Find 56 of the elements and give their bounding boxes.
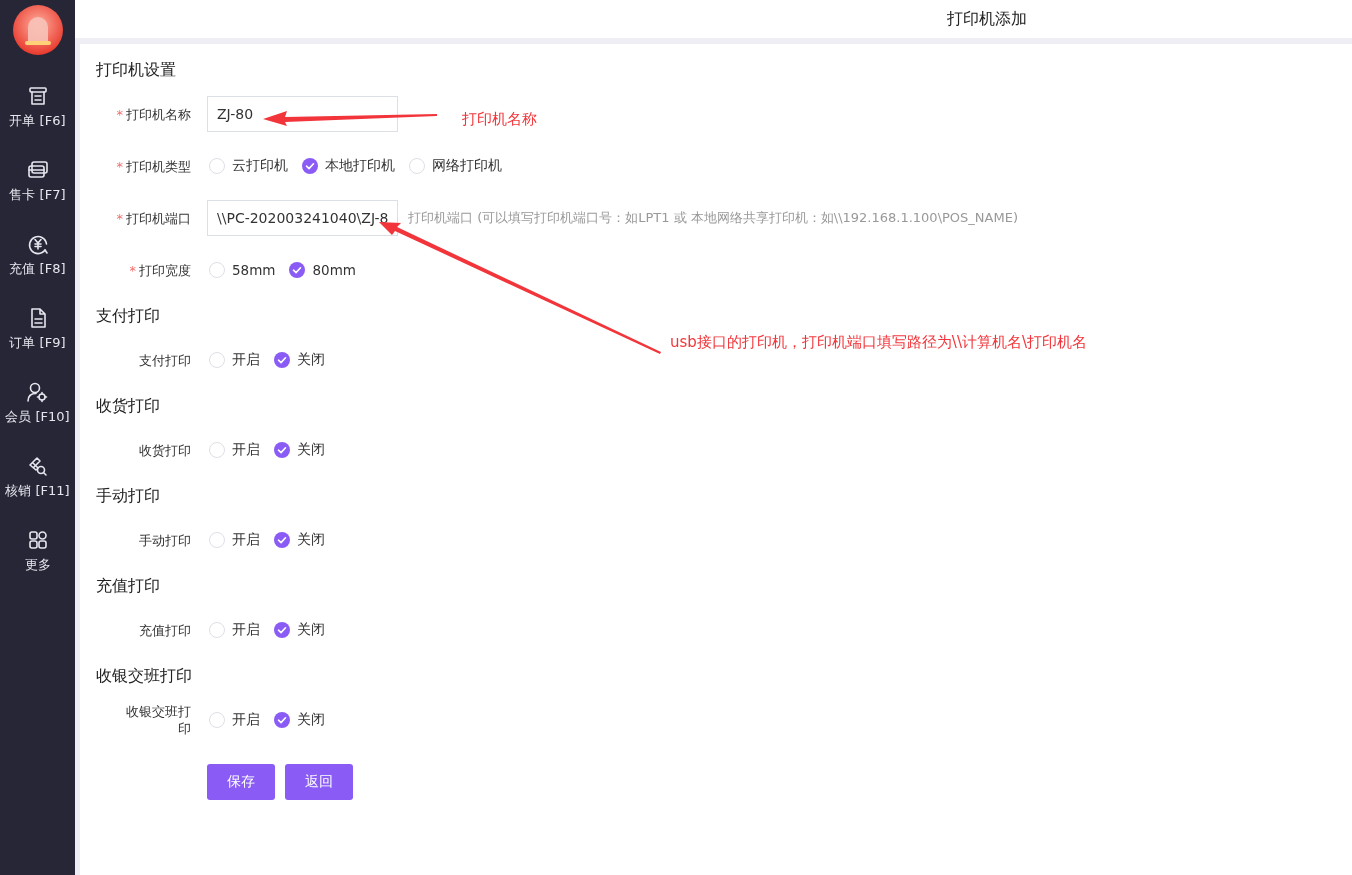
radio-option[interactable]: 关闭 xyxy=(274,621,325,639)
field-label: 充值打印 xyxy=(139,621,191,639)
sidebar-item[interactable]: 更多 xyxy=(24,529,51,603)
sidebar-item[interactable]: 会员 [F10] xyxy=(5,381,70,455)
annotation-text: 打印机名称 xyxy=(462,110,537,129)
radio-option[interactable]: 开启 xyxy=(209,621,260,639)
field-hint: 打印机端口 (可以填写打印机端口号：如LPT1 或 本地网络共享打印机：如\\192.168.1.100\POS_NAME) xyxy=(408,209,1018,227)
text-input[interactable]: \\PC-202003241040\ZJ-8 xyxy=(207,200,398,236)
radio-option[interactable]: 关闭 xyxy=(274,441,325,459)
required-asterisk: * xyxy=(116,158,123,174)
radio-option[interactable]: 云打印机 xyxy=(209,157,288,175)
radio-option[interactable]: 58mm xyxy=(209,262,276,278)
logo-icon xyxy=(12,5,63,55)
radio-option[interactable]: 关闭 xyxy=(274,531,325,549)
section-title: 手动打印 xyxy=(96,485,161,507)
field-label: 手动打印 xyxy=(139,531,191,549)
ticket-search-icon xyxy=(26,455,49,477)
annotation-text: usb接口的打印机，打印机端口填写路径为\\计算机名\打印机名 xyxy=(670,333,1087,352)
required-asterisk: * xyxy=(116,106,123,122)
sidebar-item[interactable]: 充值 [F8] xyxy=(9,233,66,307)
text-input[interactable]: ZJ-80 xyxy=(207,96,398,132)
field-label: 支付打印 xyxy=(139,351,191,369)
field-label: 打印机端口 xyxy=(126,209,191,227)
radio-option[interactable]: 开启 xyxy=(209,711,260,729)
receipt-icon xyxy=(26,85,49,107)
radio-option[interactable]: 关闭 xyxy=(274,351,325,369)
radio-option[interactable]: 80mm xyxy=(289,262,356,278)
sidebar-item[interactable]: 开单 [F6] xyxy=(9,85,66,159)
action-button[interactable]: 返回 xyxy=(285,764,353,800)
field-label: 打印宽度 xyxy=(139,261,191,279)
section-title: 支付打印 xyxy=(96,305,161,327)
section-title: 充值打印 xyxy=(96,575,161,597)
radio-option[interactable]: 开启 xyxy=(209,441,260,459)
required-asterisk: * xyxy=(116,210,123,226)
yuan-coin-icon xyxy=(26,233,49,255)
action-button[interactable]: 保存 xyxy=(207,764,275,800)
section-title: 收银交班打印 xyxy=(96,665,193,687)
field-label: 打印机名称 xyxy=(126,105,191,123)
page-title: 打印机添加 xyxy=(947,8,1027,30)
radio-option[interactable]: 网络打印机 xyxy=(409,157,502,175)
field-label: 打印机类型 xyxy=(126,157,191,175)
sidebar-item[interactable]: 订单 [F9] xyxy=(9,307,66,381)
field-label: 收货打印 xyxy=(139,441,191,459)
section-title: 收货打印 xyxy=(96,395,161,417)
sidebar-item[interactable]: 核销 [F11] xyxy=(5,455,70,529)
radio-option[interactable]: 本地打印机 xyxy=(302,157,395,175)
user-gear-icon xyxy=(26,381,49,403)
required-asterisk: * xyxy=(129,262,136,278)
card-icon xyxy=(26,159,49,181)
grid-icon xyxy=(26,529,49,551)
section-title: 打印机设置 xyxy=(96,59,177,81)
radio-option[interactable]: 开启 xyxy=(209,531,260,549)
radio-option[interactable]: 开启 xyxy=(209,351,260,369)
radio-option[interactable]: 关闭 xyxy=(274,711,325,729)
field-label: 收银交班打印 xyxy=(125,703,191,737)
sidebar-item[interactable]: 售卡 [F7] xyxy=(9,159,66,233)
